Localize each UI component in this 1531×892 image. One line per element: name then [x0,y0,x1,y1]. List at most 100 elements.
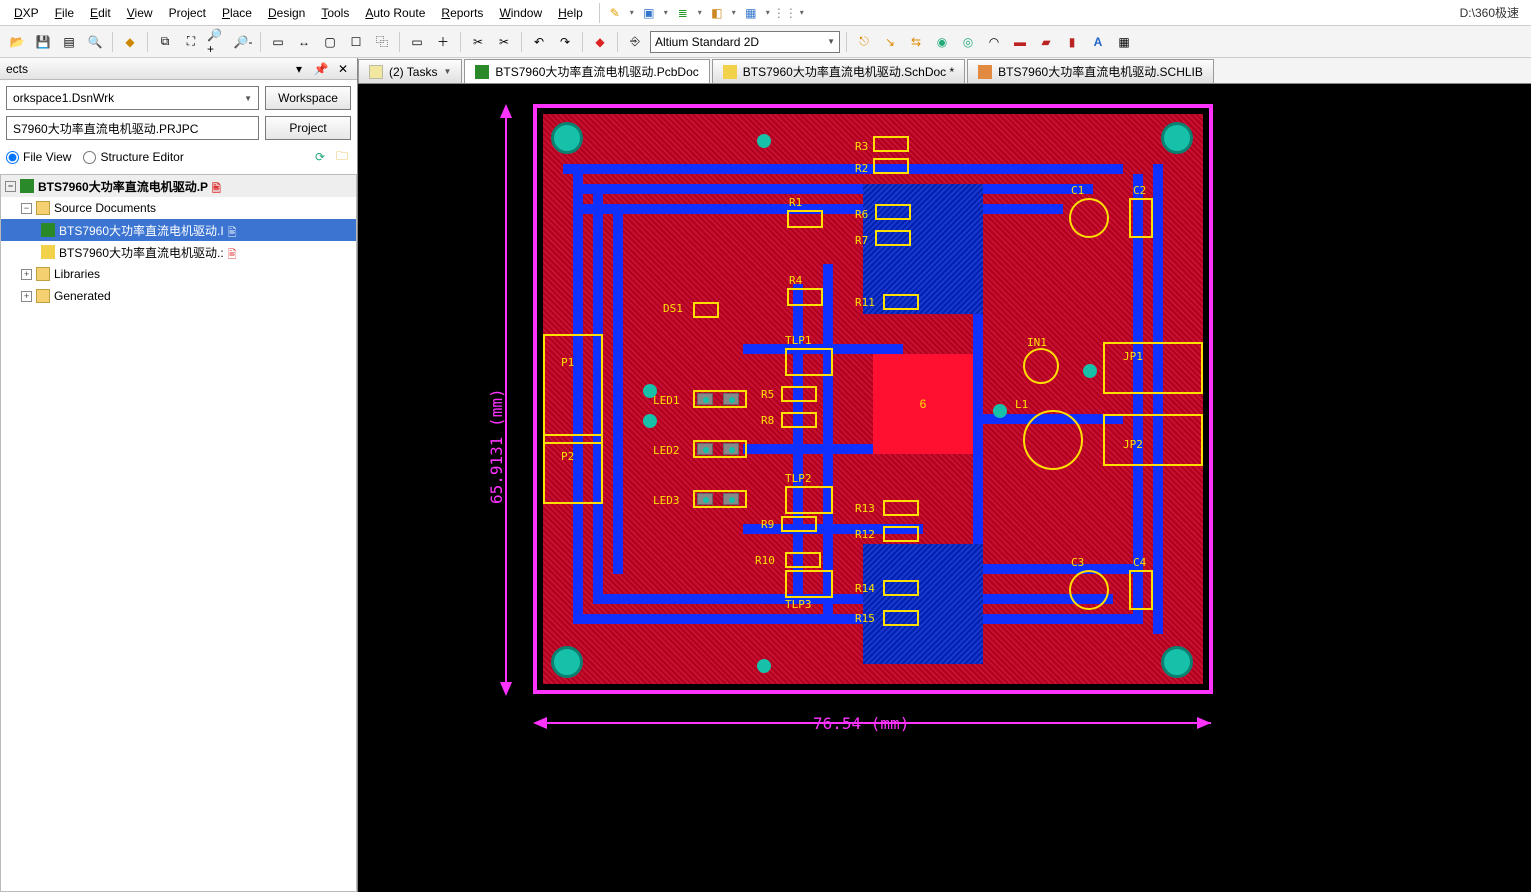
tree-doc-pcb[interactable]: BTS7960大功率直流电机驱动.I 🖹 [1,219,356,241]
menu-tools[interactable]: Tools [313,4,357,22]
tree-doc-sch[interactable]: BTS7960大功率直流电机驱动.: 🖹 [1,241,356,263]
layers-icon[interactable]: ◆ [119,31,141,53]
comp-r7[interactable] [875,230,911,246]
chevron-down-icon[interactable]: ▾ [291,61,307,77]
redo-icon[interactable]: ↷ [554,31,576,53]
menu-autoroute[interactable]: Auto Route [357,4,433,22]
cut2-icon[interactable]: ✂ [493,31,515,53]
dropdown-icon[interactable]: ▾ [628,4,636,22]
array-icon[interactable]: ▦ [1113,31,1135,53]
plus-icon[interactable]: ＋ [432,31,454,53]
comp-r2[interactable] [873,158,909,174]
menu-place[interactable]: Place [214,4,260,22]
select-icon[interactable]: ▭ [267,31,289,53]
zoom-fit-icon[interactable]: ⛶ [180,31,202,53]
comp-tlp3[interactable] [785,570,833,598]
zoom-window-icon[interactable]: ⧉ [154,31,176,53]
menu-dxp[interactable]: DXP [6,4,47,22]
comp-tlp1[interactable] [785,348,833,376]
comp-r13[interactable] [883,500,919,516]
deselect-icon[interactable]: ▢ [319,31,341,53]
comp-r1[interactable] [787,210,823,228]
text-icon[interactable]: A [1087,31,1109,53]
tab-sch[interactable]: BTS7960大功率直流电机驱动.SchDoc * [712,59,965,83]
menu-edit[interactable]: Edit [82,4,119,22]
comp-l1[interactable] [1023,410,1083,470]
comp-jp1[interactable] [1103,342,1203,394]
dropdown-icon[interactable]: ▾ [764,4,772,22]
tree-source-documents[interactable]: − Source Documents [1,197,356,219]
clear-icon[interactable]: ☐ [345,31,367,53]
comp-in1[interactable] [1023,348,1059,384]
route-icon[interactable]: ⎋ [853,31,875,53]
dots-icon[interactable]: ⋮⋮ [776,4,794,22]
comp-r15[interactable] [883,610,919,626]
pin-icon[interactable]: 📌 [313,61,329,77]
comp-c4[interactable] [1129,570,1153,610]
comp-p1[interactable] [543,334,603,444]
refresh-icon[interactable]: ⟳ [311,148,329,166]
collapse-icon[interactable]: − [5,181,16,192]
grid-icon[interactable]: ▦ [742,4,760,22]
via-icon[interactable]: ◉ [931,31,953,53]
cut-icon[interactable]: ✂ [467,31,489,53]
arc-icon[interactable]: ◠ [983,31,1005,53]
dropdown-icon[interactable]: ▾ [730,4,738,22]
comp-jp2[interactable] [1103,414,1203,466]
comp-r11[interactable] [883,294,919,310]
project-button[interactable]: Project [265,116,351,140]
route3-icon[interactable]: ⇆ [905,31,927,53]
pencil-icon[interactable]: ✎ [606,4,624,22]
tab-tasks[interactable]: (2) Tasks ▼ [358,59,462,83]
comp-r9[interactable] [781,516,817,532]
save2-icon[interactable]: ▤ [58,31,80,53]
view-mode-combo[interactable]: Altium Standard 2D ▼ [650,31,840,53]
project-combo[interactable]: S7960大功率直流电机驱动.PRJPC [6,116,259,140]
tree-root[interactable]: − BTS7960大功率直流电机驱动.P 🖹 [1,175,356,197]
expand-icon[interactable]: + [21,269,32,280]
comp-c1[interactable] [1069,198,1109,238]
open-icon[interactable]: 📂 [6,31,28,53]
tab-pcb[interactable]: BTS7960大功率直流电机驱动.PcbDoc [464,59,709,83]
tool-icon[interactable]: ⎆ [624,31,646,53]
comp-r5[interactable] [781,386,817,402]
project-tree[interactable]: − BTS7960大功率直流电机驱动.P 🖹 − Source Document… [0,174,357,892]
stack-icon[interactable]: ≣ [674,4,692,22]
color-icon[interactable]: ◆ [589,31,611,53]
menu-reports[interactable]: Reports [433,4,491,22]
tree-libraries[interactable]: + Libraries [1,263,356,285]
fill-icon[interactable]: ▬ [1009,31,1031,53]
comp-ds1[interactable] [693,302,719,318]
menu-project[interactable]: Project [161,4,214,22]
comp-r3[interactable] [873,136,909,152]
region-icon[interactable]: ▮ [1061,31,1083,53]
route2-icon[interactable]: ↘ [879,31,901,53]
layer-icon[interactable]: ◧ [708,4,726,22]
comp-tlp2[interactable] [785,486,833,514]
structure-editor-radio[interactable]: Structure Editor [83,150,183,164]
via2-icon[interactable]: ◎ [957,31,979,53]
close-icon[interactable]: ✕ [335,61,351,77]
menu-view[interactable]: View [119,4,161,22]
comp-u6[interactable]: 6 [873,354,973,454]
menu-window[interactable]: Window [491,4,550,22]
comp-p2[interactable] [543,434,603,504]
comp-r10[interactable] [785,552,821,568]
print-preview-icon[interactable]: 🔍 [84,31,106,53]
dropdown-icon[interactable]: ▾ [662,4,670,22]
comp-r6[interactable] [875,204,911,220]
comp-c2[interactable] [1129,198,1153,238]
rect-icon[interactable]: ▭ [406,31,428,53]
menu-design[interactable]: Design [260,4,313,22]
zoom-in-icon[interactable]: 🔎+ [206,31,228,53]
poly-icon[interactable]: ▰ [1035,31,1057,53]
workspace-button[interactable]: Workspace [265,86,351,110]
workspace-combo[interactable]: orkspace1.DsnWrk ▼ [6,86,259,110]
menu-file[interactable]: File [47,4,82,22]
dropdown-icon[interactable]: ▾ [798,4,806,22]
move-icon[interactable]: ↔ [293,31,315,53]
comp-r12[interactable] [883,526,919,542]
save-icon[interactable]: 💾 [32,31,54,53]
menu-help[interactable]: Help [550,4,591,22]
tree-generated[interactable]: + Generated [1,285,356,307]
